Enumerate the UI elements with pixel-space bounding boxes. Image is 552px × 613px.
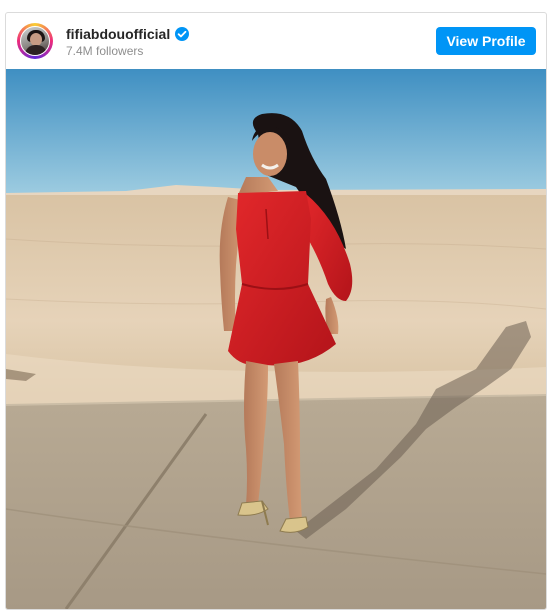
- follower-count: 7.4M followers: [66, 44, 144, 58]
- post-header: fifiabdouofficial 7.4M followers View Pr…: [6, 13, 546, 69]
- avatar-body: [25, 45, 47, 55]
- username-row: fifiabdouofficial: [66, 25, 190, 43]
- photo-illustration: [6, 69, 546, 609]
- profile-avatar[interactable]: [17, 23, 53, 59]
- pavement: [6, 395, 546, 609]
- username-link[interactable]: fifiabdouofficial: [66, 26, 170, 42]
- verified-badge-icon: [175, 27, 190, 41]
- view-profile-button[interactable]: View Profile: [436, 27, 536, 55]
- avatar-image: [20, 26, 50, 56]
- post-photo[interactable]: [6, 69, 546, 609]
- instagram-embed-card: fifiabdouofficial 7.4M followers View Pr…: [5, 12, 547, 610]
